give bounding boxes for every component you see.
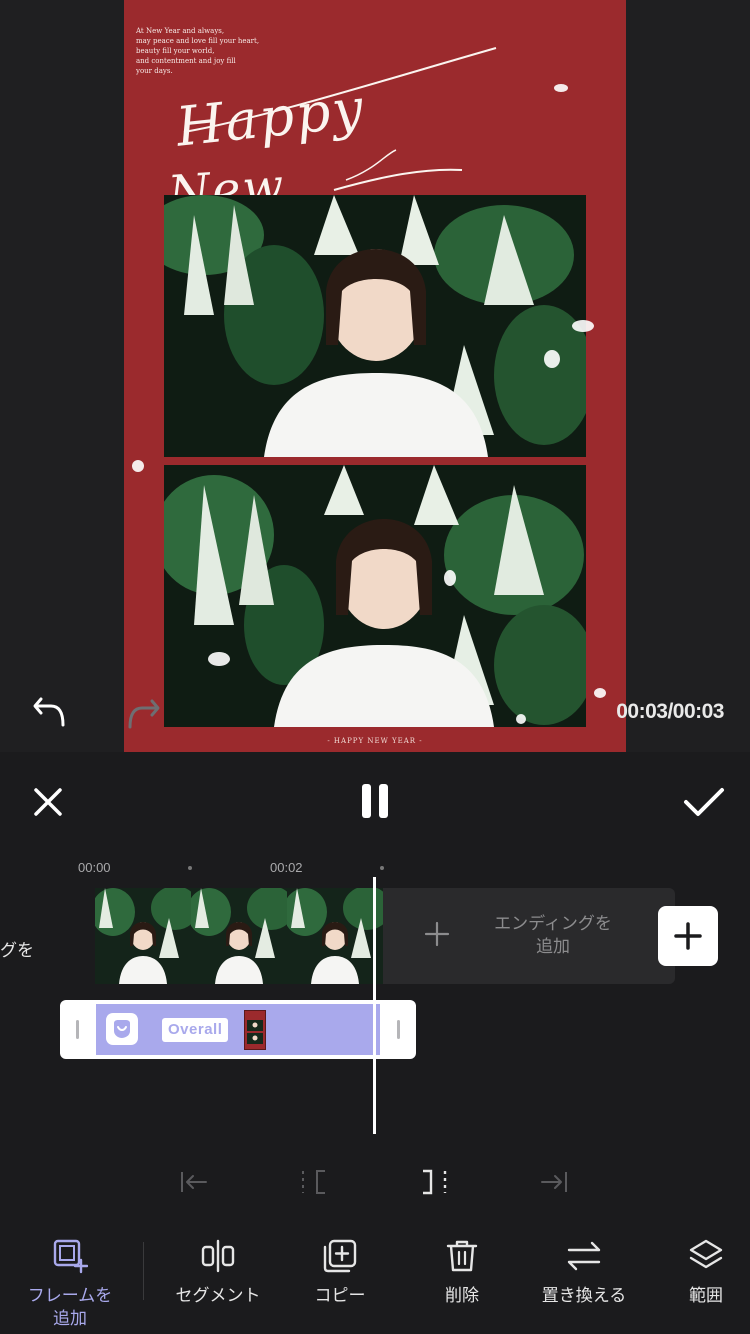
tool-label: コピー: [314, 1286, 366, 1305]
tool-label: 範囲: [689, 1286, 723, 1305]
pause-button[interactable]: [352, 778, 398, 824]
jump-to-start-button[interactable]: [176, 1164, 212, 1200]
bottom-toolbar: フレームを 追加 セグメント コピー 削除 置き換える 範囲: [0, 1236, 750, 1334]
clip-thumbnail: [287, 888, 383, 984]
opening-clip-label[interactable]: グを: [0, 936, 34, 961]
playhead[interactable]: [373, 877, 376, 1134]
tool-segment[interactable]: セグメント: [153, 1236, 283, 1307]
trim-handle-right[interactable]: [397, 1020, 400, 1039]
confetti: [516, 714, 526, 724]
overall-tag: Overall: [162, 1018, 229, 1042]
playback-time-readout: 00:03/00:03: [616, 700, 724, 723]
close-button[interactable]: [24, 778, 72, 826]
add-ending-slot[interactable]: エンディングを 追加: [383, 888, 675, 984]
tool-delete[interactable]: 削除: [397, 1236, 527, 1307]
frame-overlay-track[interactable]: Overall: [60, 1000, 416, 1059]
tool-label: セグメント: [175, 1286, 261, 1305]
undo-arrow-icon: [33, 697, 65, 727]
tool-replace[interactable]: 置き換える: [519, 1236, 649, 1307]
plus-icon: [674, 922, 702, 950]
ruler-tick: [380, 866, 384, 870]
sticker-icon: [106, 1013, 138, 1045]
trim-left-icon: [302, 1170, 325, 1194]
confetti: [554, 84, 568, 92]
confetti: [594, 688, 606, 698]
checkmark-icon: [684, 788, 724, 816]
confetti: [208, 652, 230, 666]
plus-icon: [424, 921, 450, 947]
add-ending-label: エンディングを 追加: [494, 914, 612, 956]
ruler-time-2: 00:02: [270, 860, 303, 875]
tool-copy[interactable]: コピー: [275, 1236, 405, 1307]
toolbar-divider: [143, 1242, 144, 1300]
ruler-tick: [188, 866, 192, 870]
tool-label: 置き換える: [541, 1286, 627, 1305]
redo-arrow-icon: [128, 699, 160, 729]
confetti: [572, 320, 594, 332]
poster-photo-top: [164, 195, 586, 457]
pause-icon: [379, 784, 388, 818]
close-icon: [34, 788, 62, 816]
undo-button[interactable]: [28, 692, 70, 732]
tool-label: 削除: [445, 1286, 479, 1305]
trim-right-icon: [423, 1169, 447, 1195]
tool-add-frame[interactable]: フレームを 追加: [5, 1236, 135, 1330]
trim-right-button[interactable]: [416, 1164, 452, 1200]
ruler-time-0: 00:00: [78, 860, 111, 875]
align-end-icon: [541, 1172, 567, 1192]
jump-to-end-button[interactable]: [536, 1164, 572, 1200]
trim-left-button[interactable]: [296, 1164, 332, 1200]
clip-thumbnail: [191, 888, 287, 984]
add-clip-button[interactable]: [658, 906, 718, 966]
frame-overlay-clip[interactable]: Overall: [96, 1004, 380, 1055]
tool-label: フレームを 追加: [27, 1286, 113, 1328]
trim-handle-left[interactable]: [76, 1020, 79, 1039]
video-clip-strip[interactable]: [95, 888, 383, 984]
redo-button[interactable]: [124, 694, 164, 734]
replace-icon: [567, 1241, 601, 1271]
editor-panel: 00:00 00:02 グを エンディングを 追加 Overall フレームを …: [0, 752, 750, 1334]
poster-photo-bottom: [164, 465, 586, 727]
confirm-button[interactable]: [678, 778, 730, 826]
confetti: [444, 570, 456, 586]
align-start-icon: [181, 1172, 207, 1192]
poster-frame: At New Year and always, may peace and lo…: [124, 0, 626, 752]
tool-range[interactable]: 範囲: [641, 1236, 750, 1307]
layers-icon: [689, 1239, 723, 1269]
confetti: [132, 460, 144, 472]
video-preview: At New Year and always, may peace and lo…: [0, 0, 750, 752]
segment-icon: [201, 1239, 235, 1273]
confetti: [544, 350, 560, 368]
copy-icon: [323, 1239, 357, 1273]
pause-icon: [362, 784, 371, 818]
add-frame-icon: [53, 1239, 88, 1274]
clip-thumbnail: [95, 888, 191, 984]
trash-icon: [446, 1240, 478, 1272]
poster-footer-text: - HAPPY NEW YEAR -: [327, 737, 423, 745]
frame-thumbnail: [244, 1010, 266, 1050]
